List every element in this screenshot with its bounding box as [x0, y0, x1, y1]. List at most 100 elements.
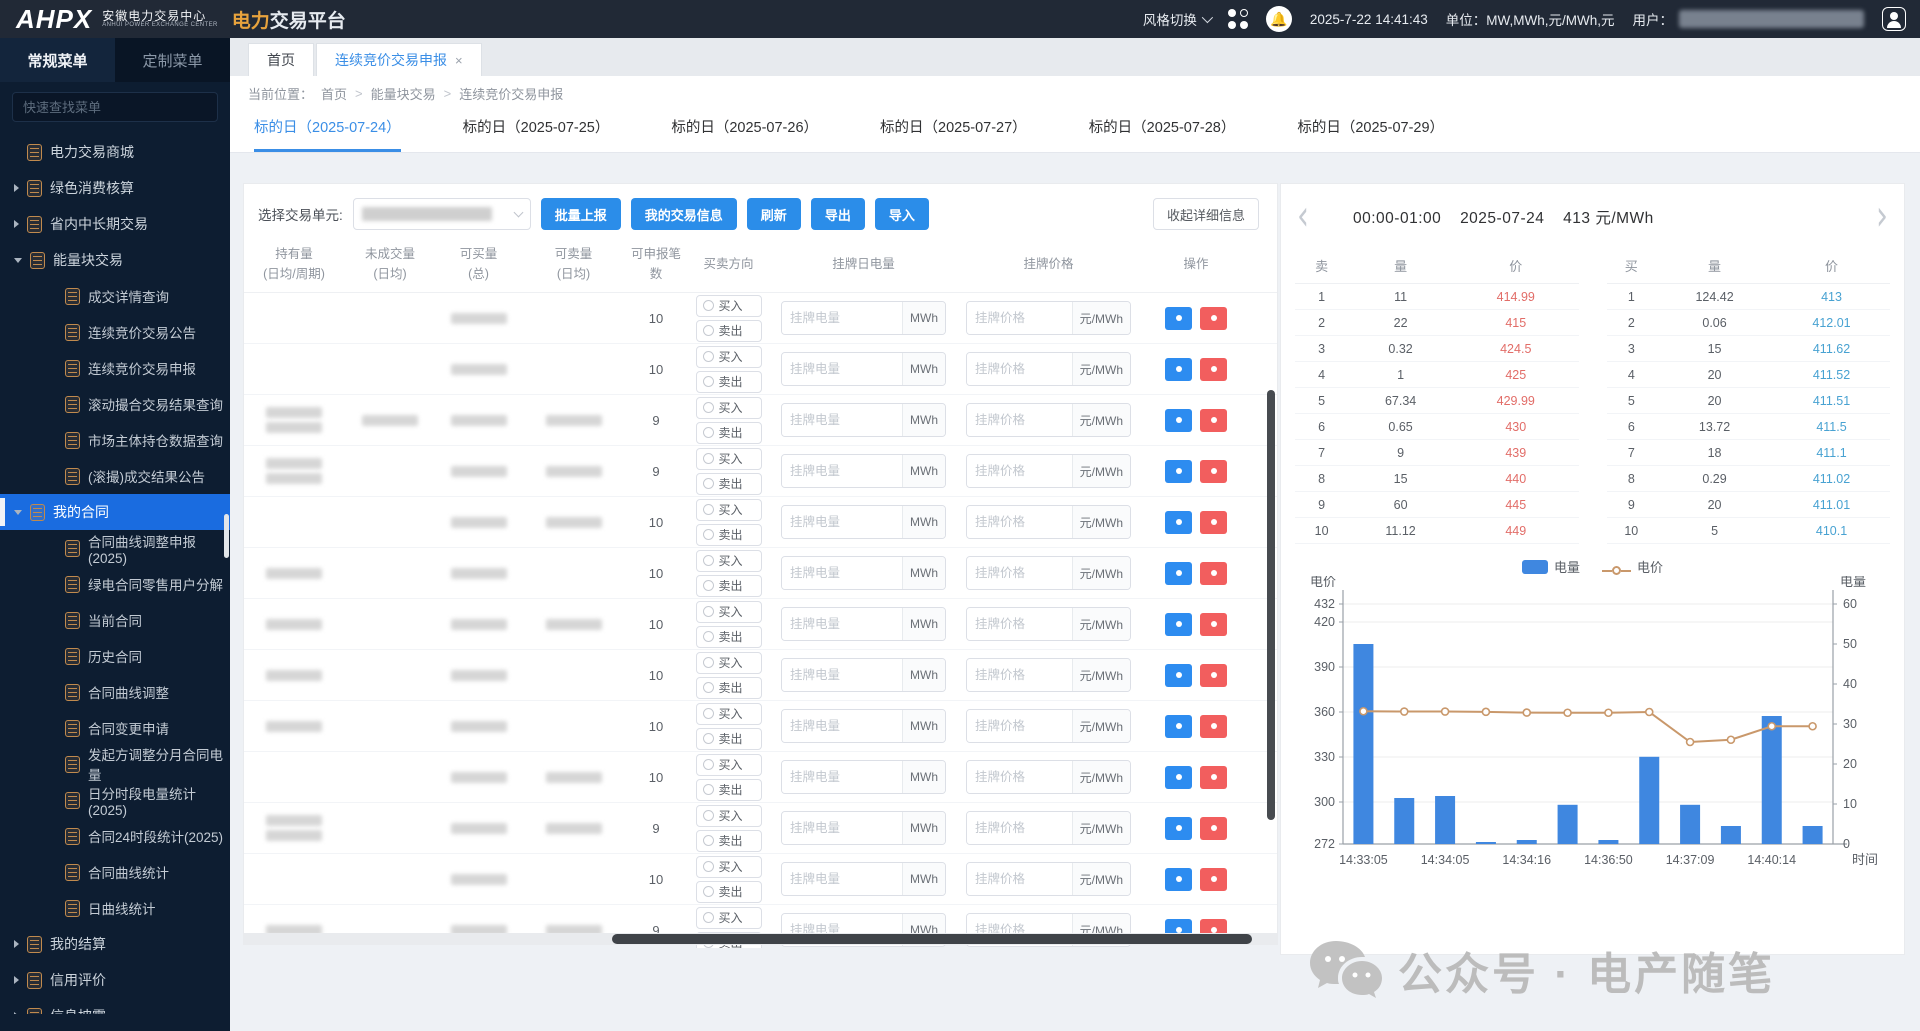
sidebar-item[interactable]: 能量块交易	[0, 242, 230, 278]
sell-radio[interactable]: 卖出	[696, 830, 762, 852]
buy-radio[interactable]: 买入	[696, 652, 762, 674]
sidebar-item[interactable]: 绿电合同零售用户分解	[0, 566, 230, 602]
close-icon[interactable]: ×	[455, 53, 463, 68]
cancel-row-button[interactable]	[1200, 715, 1227, 738]
sidebar-item[interactable]: 合同曲线调整申报(2025)	[0, 530, 230, 566]
sell-radio[interactable]: 卖出	[696, 779, 762, 801]
sell-radio[interactable]: 卖出	[696, 422, 762, 444]
breadcrumb-item[interactable]: 能量块交易	[371, 84, 436, 103]
chart-bar[interactable]	[1680, 805, 1700, 844]
cancel-row-button[interactable]	[1200, 766, 1227, 789]
target-date-tab[interactable]: 标的日（2025-07-29）	[1297, 116, 1444, 152]
sidebar-item[interactable]: 连续竞价交易申报	[0, 350, 230, 386]
price-point[interactable]	[1442, 708, 1449, 715]
price-point[interactable]	[1605, 709, 1612, 716]
price-point[interactable]	[1727, 736, 1734, 743]
listing-volume-input[interactable]	[782, 608, 902, 640]
cancel-row-button[interactable]	[1200, 613, 1227, 636]
sidebar-item[interactable]: 发起方调整分月合同电量	[0, 746, 230, 782]
sell-radio[interactable]: 卖出	[696, 524, 762, 546]
chart-bar[interactable]	[1639, 757, 1659, 844]
sidebar-item[interactable]: 我的结算	[0, 926, 230, 962]
sidebar-item[interactable]: 省内中长期交易	[0, 206, 230, 242]
trade-unit-select[interactable]	[353, 198, 531, 230]
sidebar-item[interactable]: 连续竞价交易公告	[0, 314, 230, 350]
submit-row-button[interactable]	[1165, 460, 1192, 483]
toolbar-button-导出[interactable]: 导出	[811, 198, 865, 230]
target-date-tab[interactable]: 标的日（2025-07-28）	[1089, 116, 1236, 152]
legend-price[interactable]: 电价	[1602, 557, 1663, 576]
apps-grid-icon[interactable]	[1228, 9, 1248, 29]
sell-radio[interactable]: 卖出	[696, 728, 762, 750]
collapse-detail-button[interactable]: 收起详细信息	[1153, 198, 1259, 230]
horizontal-scrollbar[interactable]	[612, 934, 1252, 944]
submit-row-button[interactable]	[1165, 664, 1192, 687]
sidebar-item[interactable]: 信用评价	[0, 962, 230, 998]
sidebar-item[interactable]: 合同24时段统计(2025)	[0, 818, 230, 854]
sell-radio[interactable]: 卖出	[696, 677, 762, 699]
sidebar-tab-custom[interactable]: 定制菜单	[115, 38, 230, 82]
listing-price-input[interactable]	[967, 353, 1072, 385]
chart-bar[interactable]	[1721, 826, 1741, 844]
submit-row-button[interactable]	[1165, 613, 1192, 636]
sidebar-item[interactable]: 电力交易商城	[0, 134, 230, 170]
breadcrumb-item[interactable]: 连续竞价交易申报	[459, 84, 563, 103]
sell-radio[interactable]: 卖出	[696, 320, 762, 342]
sidebar-item[interactable]: 成交详情查询	[0, 278, 230, 314]
listing-price-input[interactable]	[967, 863, 1072, 895]
listing-volume-input[interactable]	[782, 404, 902, 436]
sidebar-item[interactable]: 日分时段电量统计(2025)	[0, 782, 230, 818]
chart-bar[interactable]	[1394, 798, 1414, 844]
sidebar-scrollbar[interactable]	[224, 514, 229, 558]
submit-row-button[interactable]	[1165, 409, 1192, 432]
sell-radio[interactable]: 卖出	[696, 473, 762, 495]
target-date-tab[interactable]: 标的日（2025-07-24）	[254, 116, 401, 152]
listing-price-input[interactable]	[967, 455, 1072, 487]
chart-bar[interactable]	[1476, 842, 1496, 844]
notification-bell-icon[interactable]: 🔔	[1266, 6, 1292, 32]
buy-radio[interactable]: 买入	[696, 499, 762, 521]
vertical-scrollbar[interactable]	[1267, 390, 1275, 820]
sidebar-item[interactable]: 市场主体持仓数据查询	[0, 422, 230, 458]
listing-volume-input[interactable]	[782, 557, 902, 589]
price-point[interactable]	[1768, 723, 1775, 730]
price-point[interactable]	[1687, 739, 1694, 746]
listing-volume-input[interactable]	[782, 353, 902, 385]
sidebar-item[interactable]: 日曲线统计	[0, 890, 230, 926]
listing-price-input[interactable]	[967, 557, 1072, 589]
submit-row-button[interactable]	[1165, 817, 1192, 840]
cancel-row-button[interactable]	[1200, 409, 1227, 432]
cancel-row-button[interactable]	[1200, 358, 1227, 381]
chart-bar[interactable]	[1762, 716, 1782, 844]
submit-row-button[interactable]	[1165, 307, 1192, 330]
legend-volume[interactable]: 电量	[1522, 557, 1580, 576]
chart-bar[interactable]	[1353, 644, 1373, 844]
sidebar-item[interactable]: 绿色消费核算	[0, 170, 230, 206]
avatar[interactable]	[1882, 7, 1906, 31]
cancel-row-button[interactable]	[1200, 460, 1227, 483]
sell-radio[interactable]: 卖出	[696, 575, 762, 597]
buy-radio[interactable]: 买入	[696, 703, 762, 725]
listing-volume-input[interactable]	[782, 506, 902, 538]
sidebar-item[interactable]: 当前合同	[0, 602, 230, 638]
buy-radio[interactable]: 买入	[696, 907, 762, 929]
style-switch-button[interactable]: 风格切换	[1143, 9, 1210, 29]
buy-radio[interactable]: 买入	[696, 397, 762, 419]
buy-radio[interactable]: 买入	[696, 601, 762, 623]
target-date-tab[interactable]: 标的日（2025-07-27）	[880, 116, 1027, 152]
submit-row-button[interactable]	[1165, 868, 1192, 891]
tab-首页[interactable]: 首页	[248, 43, 314, 76]
submit-row-button[interactable]	[1165, 358, 1192, 381]
sidebar-item[interactable]: 信息披露	[0, 998, 230, 1014]
price-point[interactable]	[1360, 708, 1367, 715]
listing-price-input[interactable]	[967, 608, 1072, 640]
sidebar-item[interactable]: (滚撮)成交结果公告	[0, 458, 230, 494]
listing-volume-input[interactable]	[782, 761, 902, 793]
price-point[interactable]	[1646, 709, 1653, 716]
sidebar-item[interactable]: 合同曲线统计	[0, 854, 230, 890]
buy-radio[interactable]: 买入	[696, 346, 762, 368]
buy-radio[interactable]: 买入	[696, 295, 762, 317]
chart-bar[interactable]	[1558, 805, 1578, 844]
cancel-row-button[interactable]	[1200, 511, 1227, 534]
sell-radio[interactable]: 卖出	[696, 626, 762, 648]
